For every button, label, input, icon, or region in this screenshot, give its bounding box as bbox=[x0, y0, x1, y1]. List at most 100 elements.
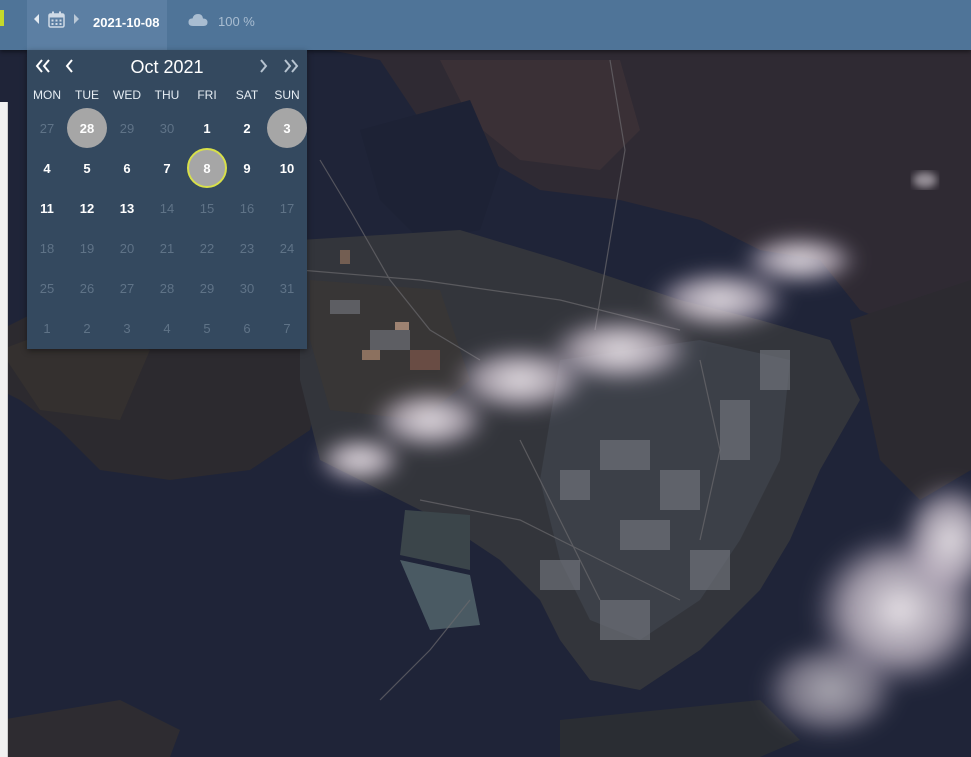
calendar-day-available[interactable]: 3 bbox=[267, 108, 307, 148]
calendar-day[interactable]: 27 bbox=[27, 108, 67, 148]
calendar-day-number: 2 bbox=[243, 120, 251, 136]
weekday-label: FRI bbox=[197, 88, 217, 102]
next-year-button[interactable] bbox=[282, 57, 300, 79]
calendar-day-number: 1 bbox=[43, 320, 51, 336]
calendar-day: 26 bbox=[67, 268, 107, 308]
calendar-day-number: 5 bbox=[203, 320, 211, 336]
calendar-day-number: 17 bbox=[279, 200, 295, 216]
calendar-day[interactable]: 2 bbox=[227, 108, 267, 148]
calendar-day: 16 bbox=[227, 188, 267, 228]
calendar-day: 14 bbox=[147, 188, 187, 228]
calendar-day-number: 7 bbox=[163, 160, 171, 176]
calendar-day: 18 bbox=[27, 228, 67, 268]
calendar-day-number: 1 bbox=[203, 120, 211, 136]
calendar-day-number: 4 bbox=[163, 320, 171, 336]
cloud-icon bbox=[188, 13, 208, 30]
calendar-popup: Oct 2021 MON TUE WED THU FRI SAT SUN 27 2… bbox=[27, 50, 307, 349]
calendar-day-number: 11 bbox=[40, 200, 54, 216]
calendar-day[interactable]: 6 bbox=[227, 308, 267, 348]
calendar-day[interactable]: 11 bbox=[27, 188, 67, 228]
calendar-day-number: 22 bbox=[199, 240, 215, 256]
calendar-day-number: 20 bbox=[119, 240, 135, 256]
calendar-day-number: 3 bbox=[123, 320, 131, 336]
calendar-day[interactable]: 3 bbox=[107, 308, 147, 348]
calendar-day[interactable]: 6 bbox=[107, 148, 147, 188]
weekday-header: MON TUE WED THU FRI SAT SUN bbox=[27, 88, 307, 104]
calendar-day-available[interactable]: 28 bbox=[67, 108, 107, 148]
calendar-day: 23 bbox=[227, 228, 267, 268]
calendar-day[interactable]: 4 bbox=[147, 308, 187, 348]
calendar-day-number: 16 bbox=[239, 200, 255, 216]
weekday-label: MON bbox=[33, 88, 61, 102]
calendar-day-number: 23 bbox=[239, 240, 255, 256]
calendar-day[interactable]: 7 bbox=[267, 308, 307, 348]
calendar-day-number: 10 bbox=[279, 160, 295, 176]
calendar-day-number: 19 bbox=[79, 240, 95, 256]
calendar-day-number: 7 bbox=[283, 320, 291, 336]
calendar-day[interactable]: 13 bbox=[107, 188, 147, 228]
calendar-day-number: 29 bbox=[119, 120, 135, 136]
calendar-day-number: 21 bbox=[159, 240, 175, 256]
calendar-day-number: 27 bbox=[119, 280, 135, 296]
calendar-day[interactable]: 4 bbox=[27, 148, 67, 188]
calendar-day-number: 18 bbox=[39, 240, 55, 256]
calendar-day-number: 24 bbox=[279, 240, 295, 256]
calendar-day: 17 bbox=[267, 188, 307, 228]
caret-left-icon[interactable] bbox=[33, 13, 40, 28]
calendar-day-number: 8 bbox=[203, 160, 211, 176]
caret-right-icon[interactable] bbox=[73, 13, 80, 28]
calendar-day: 29 bbox=[187, 268, 227, 308]
calendar-day: 19 bbox=[67, 228, 107, 268]
calendar-day-number: 29 bbox=[199, 280, 215, 296]
calendar-day: 15 bbox=[187, 188, 227, 228]
calendar-day: 31 bbox=[267, 268, 307, 308]
calendar-day-number: 5 bbox=[83, 160, 91, 176]
calendar-day: 20 bbox=[107, 228, 147, 268]
weekday-label: SAT bbox=[235, 88, 259, 102]
calendar-day[interactable]: 9 bbox=[227, 148, 267, 188]
calendar-day-number: 30 bbox=[239, 280, 255, 296]
calendar-day-selected[interactable]: 8 bbox=[187, 148, 227, 188]
calendar-day-number: 14 bbox=[159, 200, 175, 216]
calendar-day: 30 bbox=[227, 268, 267, 308]
calendar-day[interactable]: 5 bbox=[187, 308, 227, 348]
calendar-day-grid: 27 28 29 30 1 2 3 4 5 6 7 8 9 10 11 12 13 14 15 16 17 18 19 20 2… bbox=[27, 108, 307, 348]
calendar-day: 21 bbox=[147, 228, 187, 268]
calendar-day-number: 15 bbox=[199, 200, 215, 216]
calendar-day[interactable]: 12 bbox=[67, 188, 107, 228]
calendar-day: 27 bbox=[107, 268, 147, 308]
calendar-day: 22 bbox=[187, 228, 227, 268]
selected-date[interactable]: 2021-10-08 bbox=[93, 15, 160, 30]
calendar-day-number: 26 bbox=[79, 280, 95, 296]
weekday-label: THU bbox=[154, 88, 180, 102]
weekday-label: WED bbox=[113, 88, 141, 102]
side-panel-edge bbox=[0, 102, 8, 757]
weekday-label: TUE bbox=[75, 88, 99, 102]
top-toolbar: 2021-10-08 100 % bbox=[0, 0, 971, 50]
calendar-day[interactable]: 30 bbox=[147, 108, 187, 148]
calendar-day[interactable]: 29 bbox=[107, 108, 147, 148]
calendar-day[interactable]: 10 bbox=[267, 148, 307, 188]
calendar-day-number: 9 bbox=[243, 160, 251, 176]
calendar-day-number: 6 bbox=[243, 320, 251, 336]
accent-marker bbox=[0, 10, 4, 26]
next-month-button[interactable] bbox=[257, 57, 269, 79]
calendar-day-number: 13 bbox=[119, 200, 135, 216]
calendar-day[interactable]: 2 bbox=[67, 308, 107, 348]
calendar-day-number: 28 bbox=[159, 280, 175, 296]
calendar-header: Oct 2021 bbox=[27, 50, 307, 86]
calendar-day-number: 12 bbox=[79, 200, 95, 216]
calendar-day-number: 27 bbox=[39, 120, 55, 136]
calendar-day-number: 2 bbox=[83, 320, 91, 336]
calendar-day[interactable]: 7 bbox=[147, 148, 187, 188]
calendar-day[interactable]: 1 bbox=[187, 108, 227, 148]
calendar-day[interactable]: 1 bbox=[27, 308, 67, 348]
calendar-day: 25 bbox=[27, 268, 67, 308]
calendar-day: 28 bbox=[147, 268, 187, 308]
weekday-label: SUN bbox=[274, 88, 300, 102]
calendar-day: 24 bbox=[267, 228, 307, 268]
cloud-coverage[interactable]: 100 % bbox=[218, 14, 255, 29]
calendar-icon[interactable] bbox=[48, 11, 65, 31]
calendar-day-number: 30 bbox=[159, 120, 175, 136]
calendar-day[interactable]: 5 bbox=[67, 148, 107, 188]
